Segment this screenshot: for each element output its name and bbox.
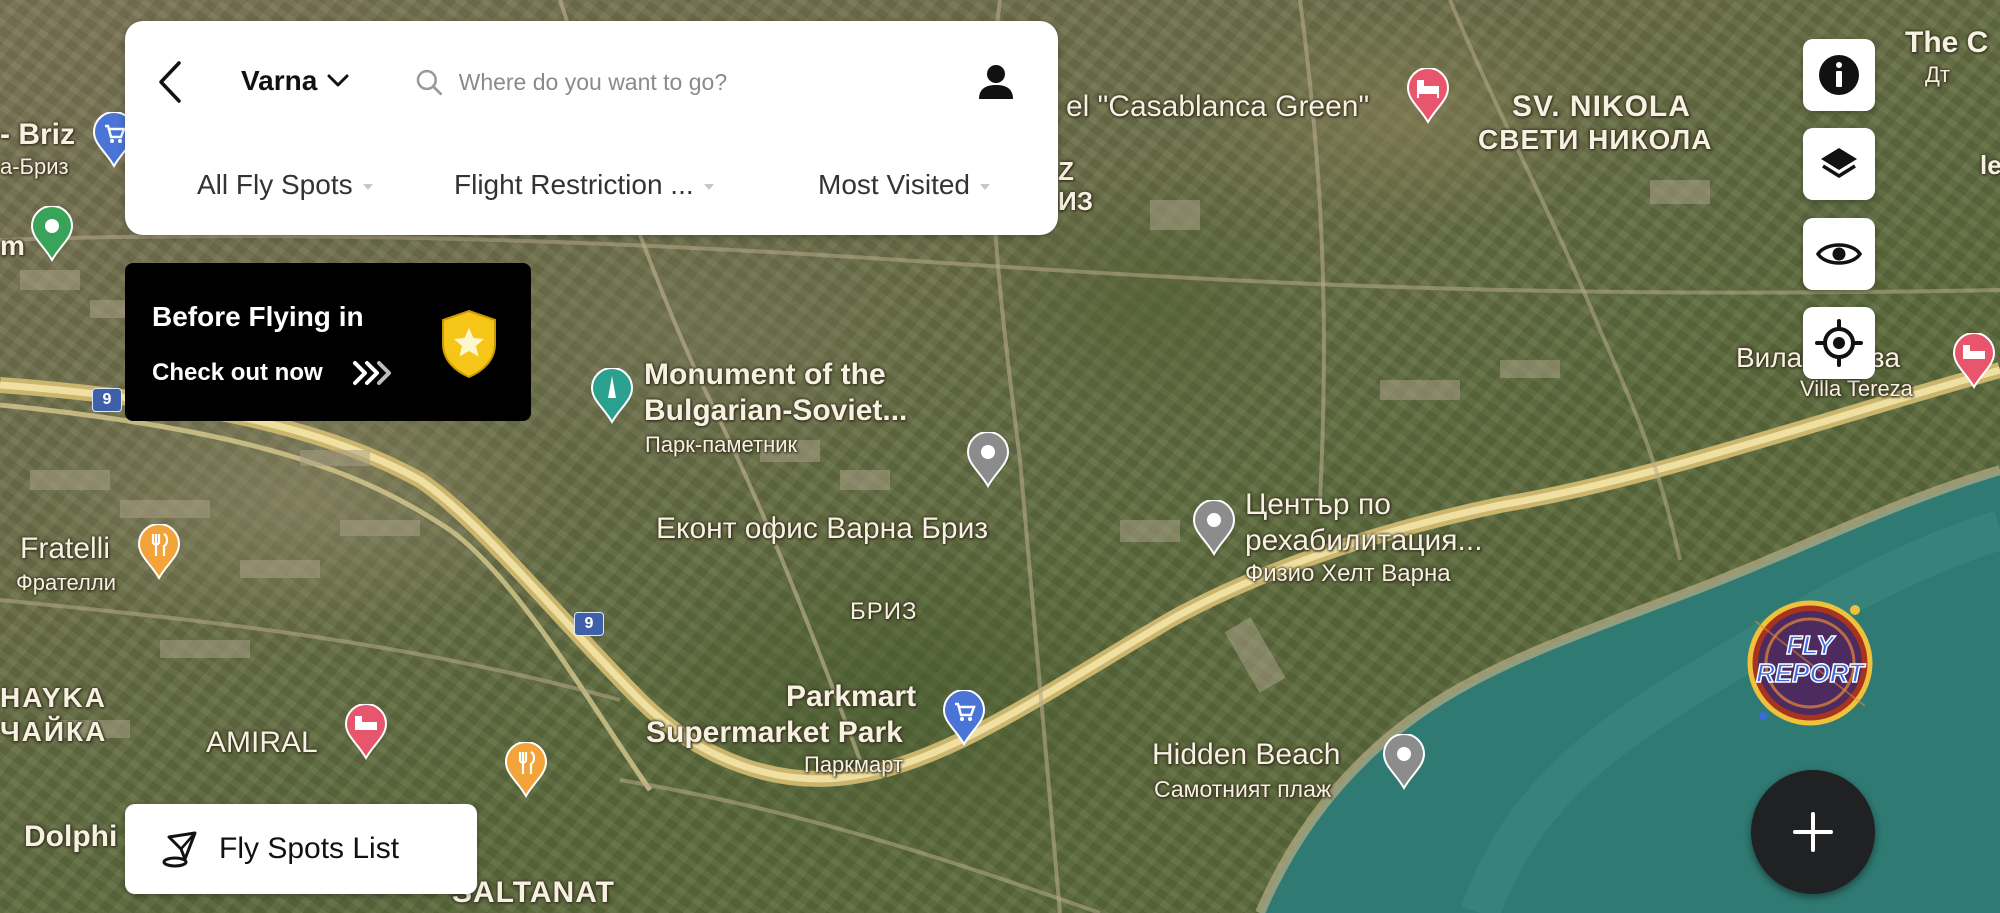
layers-icon	[1821, 148, 1857, 178]
visibility-button[interactable]	[1803, 218, 1875, 290]
map-label-m: m	[0, 230, 25, 261]
restaurant-pin[interactable]	[504, 742, 548, 798]
map-label-monument-cyr: Парк-паметник	[645, 432, 798, 457]
hotel-pin[interactable]	[344, 704, 388, 760]
search-panel: Varna All Fly Spots Flight Restriction .…	[125, 21, 1058, 235]
filter-label: Flight Restriction ...	[454, 169, 694, 200]
map-label-parkmart-1: Parkmart	[786, 680, 917, 713]
promo-title: Before Flying in	[152, 301, 364, 332]
city-selector[interactable]: Varna	[241, 61, 349, 101]
hotel-pin[interactable]	[1952, 333, 1996, 389]
crosshair-icon	[1815, 319, 1863, 367]
shield-star-icon	[442, 309, 496, 379]
add-button[interactable]	[1751, 770, 1875, 894]
promo-cta: Check out now	[152, 359, 323, 386]
place-pin[interactable]	[966, 432, 1010, 488]
map-label-fratelli: Fratelli	[20, 532, 111, 565]
caret-down-icon	[703, 183, 714, 190]
fly-report-line2: REPORT	[1756, 658, 1866, 688]
map-label-briz: - Briz	[0, 118, 75, 151]
park-pin[interactable]	[30, 206, 74, 262]
map-label-hidden-beach: Hidden Beach	[1152, 738, 1341, 771]
filter-label: All Fly Spots	[197, 169, 353, 200]
fly-spots-list-label: Fly Spots List	[219, 832, 400, 865]
filter-most-visited[interactable]: Most Visited	[818, 169, 990, 201]
search-box[interactable]	[415, 59, 855, 105]
profile-button[interactable]	[975, 61, 1017, 103]
search-input[interactable]	[456, 67, 855, 97]
chevron-down-icon	[327, 74, 349, 87]
map-label-casablanca: el "Casablanca Green"	[1066, 90, 1370, 123]
map-label-ekont: Еконт офис Варна Бриз	[656, 512, 989, 545]
map-label-center-1: Център по	[1245, 488, 1391, 521]
double-chevron-right-icon	[353, 361, 391, 385]
map-label-amiral: AMIRAL	[206, 726, 318, 759]
highway-9-marker: 9	[92, 388, 122, 412]
map-label-sv-nikola-cyr: СВЕТИ НИКОЛА	[1478, 124, 1713, 155]
layers-button[interactable]	[1803, 128, 1875, 200]
fly-report-line1: FLY	[1786, 630, 1836, 660]
map-label-the-c-cyr: Дт	[1925, 62, 1950, 87]
plus-icon	[1793, 812, 1833, 852]
map-label-chayka: HAYKA	[0, 682, 107, 713]
search-icon	[416, 69, 443, 96]
map-label-z3: ИЗ	[1058, 186, 1093, 216]
caret-down-icon	[362, 183, 373, 190]
place-pin[interactable]	[1382, 734, 1426, 790]
map-label-monument-1: Monument of the	[644, 358, 886, 391]
map-label-briz-cyr: а-Бриз	[0, 154, 69, 179]
fly-spots-list-button[interactable]: Fly Spots List	[125, 804, 477, 894]
map-label-parkmart-2: Supermarket Park	[646, 716, 903, 749]
map-label-briz-cyr-center: БРИЗ	[850, 598, 918, 625]
map-label-chayka-cyr: ЧАЙКА	[0, 716, 108, 747]
chevron-left-icon	[159, 61, 181, 103]
back-button[interactable]	[153, 59, 189, 105]
highway-9-marker: 9	[574, 612, 604, 636]
map-label-sv-nikola: SV. NIKOLA	[1512, 90, 1691, 123]
shopping-pin[interactable]	[942, 690, 986, 746]
locate-button[interactable]	[1803, 307, 1875, 379]
before-flying-card[interactable]: Before Flying in Check out now	[125, 263, 531, 421]
restaurant-pin[interactable]	[137, 524, 181, 580]
map-label-z: Z	[1058, 156, 1074, 186]
place-pin[interactable]	[1192, 500, 1236, 556]
filter-all-fly-spots[interactable]: All Fly Spots	[197, 169, 373, 201]
map-label-fratelli-cyr: Фрателли	[16, 570, 117, 595]
info-icon	[1819, 55, 1859, 95]
map-label-center-2: рехабилитация...	[1245, 524, 1483, 557]
filter-label: Most Visited	[818, 169, 970, 200]
map-label-the-c: The C	[1905, 26, 1989, 59]
fly-report-badge[interactable]: FLY REPORT	[1735, 596, 1885, 730]
drone-spot-icon	[162, 831, 197, 868]
map-label-villa: Villa Tereza	[1800, 376, 1913, 401]
map-label-hidden-beach-cyr: Самотният плаж	[1154, 776, 1332, 802]
user-icon	[979, 65, 1013, 99]
map-label-dolphi: Dolphi	[24, 820, 118, 853]
caret-down-icon	[980, 183, 990, 190]
map-label-center-cyr: Физио Хелт Варна	[1245, 560, 1451, 587]
city-label: Varna	[241, 65, 318, 96]
monument-pin[interactable]	[590, 368, 634, 424]
hotel-pin[interactable]	[1406, 68, 1450, 124]
map-label-parkmart-cyr: Паркмарт	[804, 752, 904, 777]
map-label-le: le	[1980, 150, 2000, 180]
filter-flight-restriction[interactable]: Flight Restriction ...	[454, 169, 714, 201]
eye-icon	[1816, 243, 1862, 265]
info-button[interactable]	[1803, 39, 1875, 111]
map-label-monument-2: Bulgarian-Soviet...	[644, 394, 908, 427]
